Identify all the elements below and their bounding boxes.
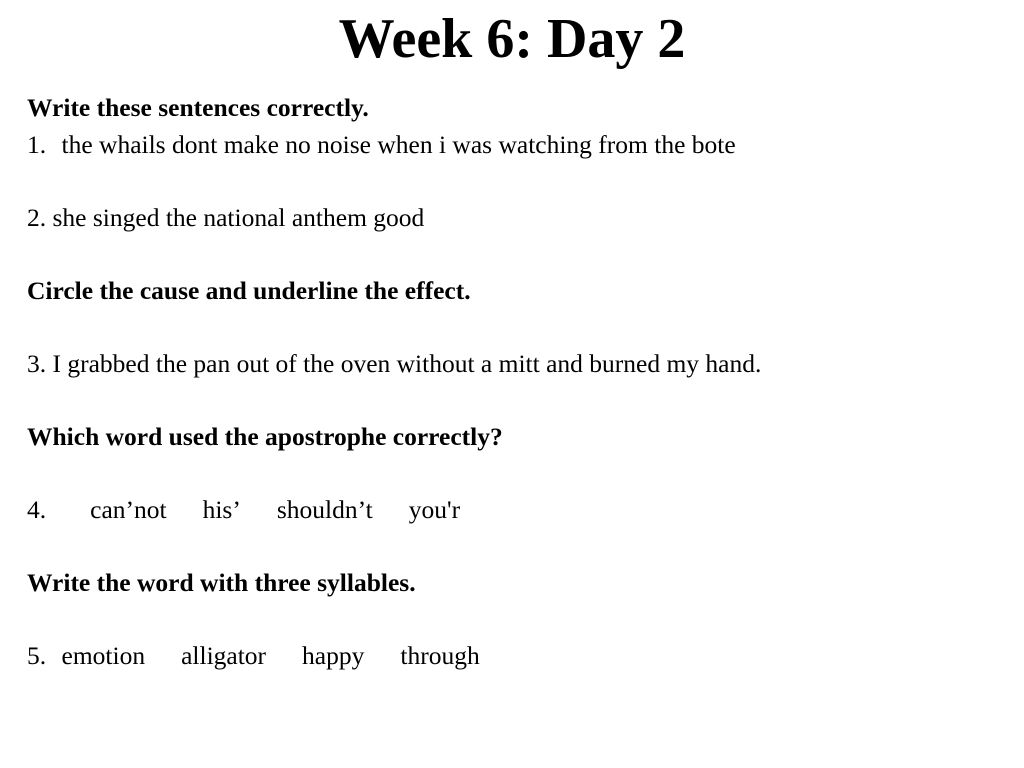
item-5-number: 5. xyxy=(27,640,47,670)
item-4-gap-2 xyxy=(241,492,277,529)
item-4-number: 4. xyxy=(27,494,47,524)
item-5-gap-1 xyxy=(145,638,181,675)
item-5-choice-0[interactable]: emotion xyxy=(62,641,146,670)
slide: Week 6: Day 2 Write these sentences corr… xyxy=(0,0,1024,768)
item-4-choice-3[interactable]: you'r xyxy=(409,495,460,524)
question-item-2: 2. she singed the national anthem good xyxy=(27,200,997,237)
item-3-number: 3. xyxy=(27,348,47,378)
worksheet-body: Write these sentences correctly. 1. the … xyxy=(27,90,997,674)
item-4-choice-0[interactable]: can’not xyxy=(90,495,166,524)
item-1-number: 1. xyxy=(27,129,47,159)
item-5-gap-2 xyxy=(266,638,302,675)
item-4-choice-1[interactable]: his’ xyxy=(203,495,241,524)
item-1-gap xyxy=(46,127,55,164)
item-4-choice-2[interactable]: shouldn’t xyxy=(277,495,373,524)
item-5-choice-1[interactable]: alligator xyxy=(181,641,266,670)
item-5-gap-3 xyxy=(364,638,400,675)
item-4-gap-3 xyxy=(373,492,409,529)
instruction-heading-cause-effect: Circle the cause and underline the effec… xyxy=(27,275,471,305)
item-5-choice-2[interactable]: happy xyxy=(302,641,364,670)
item-4-gap-1 xyxy=(167,492,203,529)
item-4-gap-0 xyxy=(46,492,90,529)
item-2-text: she singed the national anthem good xyxy=(52,202,425,232)
item-2-number: 2. xyxy=(27,202,47,232)
page-title: Week 6: Day 2 xyxy=(338,8,686,70)
question-item-4: 4. can’not his’ shouldn’t you'r xyxy=(27,492,997,529)
instruction-heading-syllables: Write the word with three syllables. xyxy=(27,567,416,597)
item-5-choice-3[interactable]: through xyxy=(400,641,479,670)
item-3-text: I grabbed the pan out of the oven withou… xyxy=(52,348,762,378)
question-item-1: 1. the whails dont make no noise when i … xyxy=(27,127,997,164)
question-item-3: 3. I grabbed the pan out of the oven wit… xyxy=(27,346,997,383)
item-5-gap-0 xyxy=(46,638,55,675)
item-1-text: the whails dont make no noise when i was… xyxy=(61,129,736,159)
instruction-heading-write-sentences: Write these sentences correctly. xyxy=(27,93,369,122)
question-item-5: 5. emotion alligator happy through xyxy=(27,638,997,675)
instruction-heading-apostrophe: Which word used the apostrophe correctly… xyxy=(27,421,503,451)
